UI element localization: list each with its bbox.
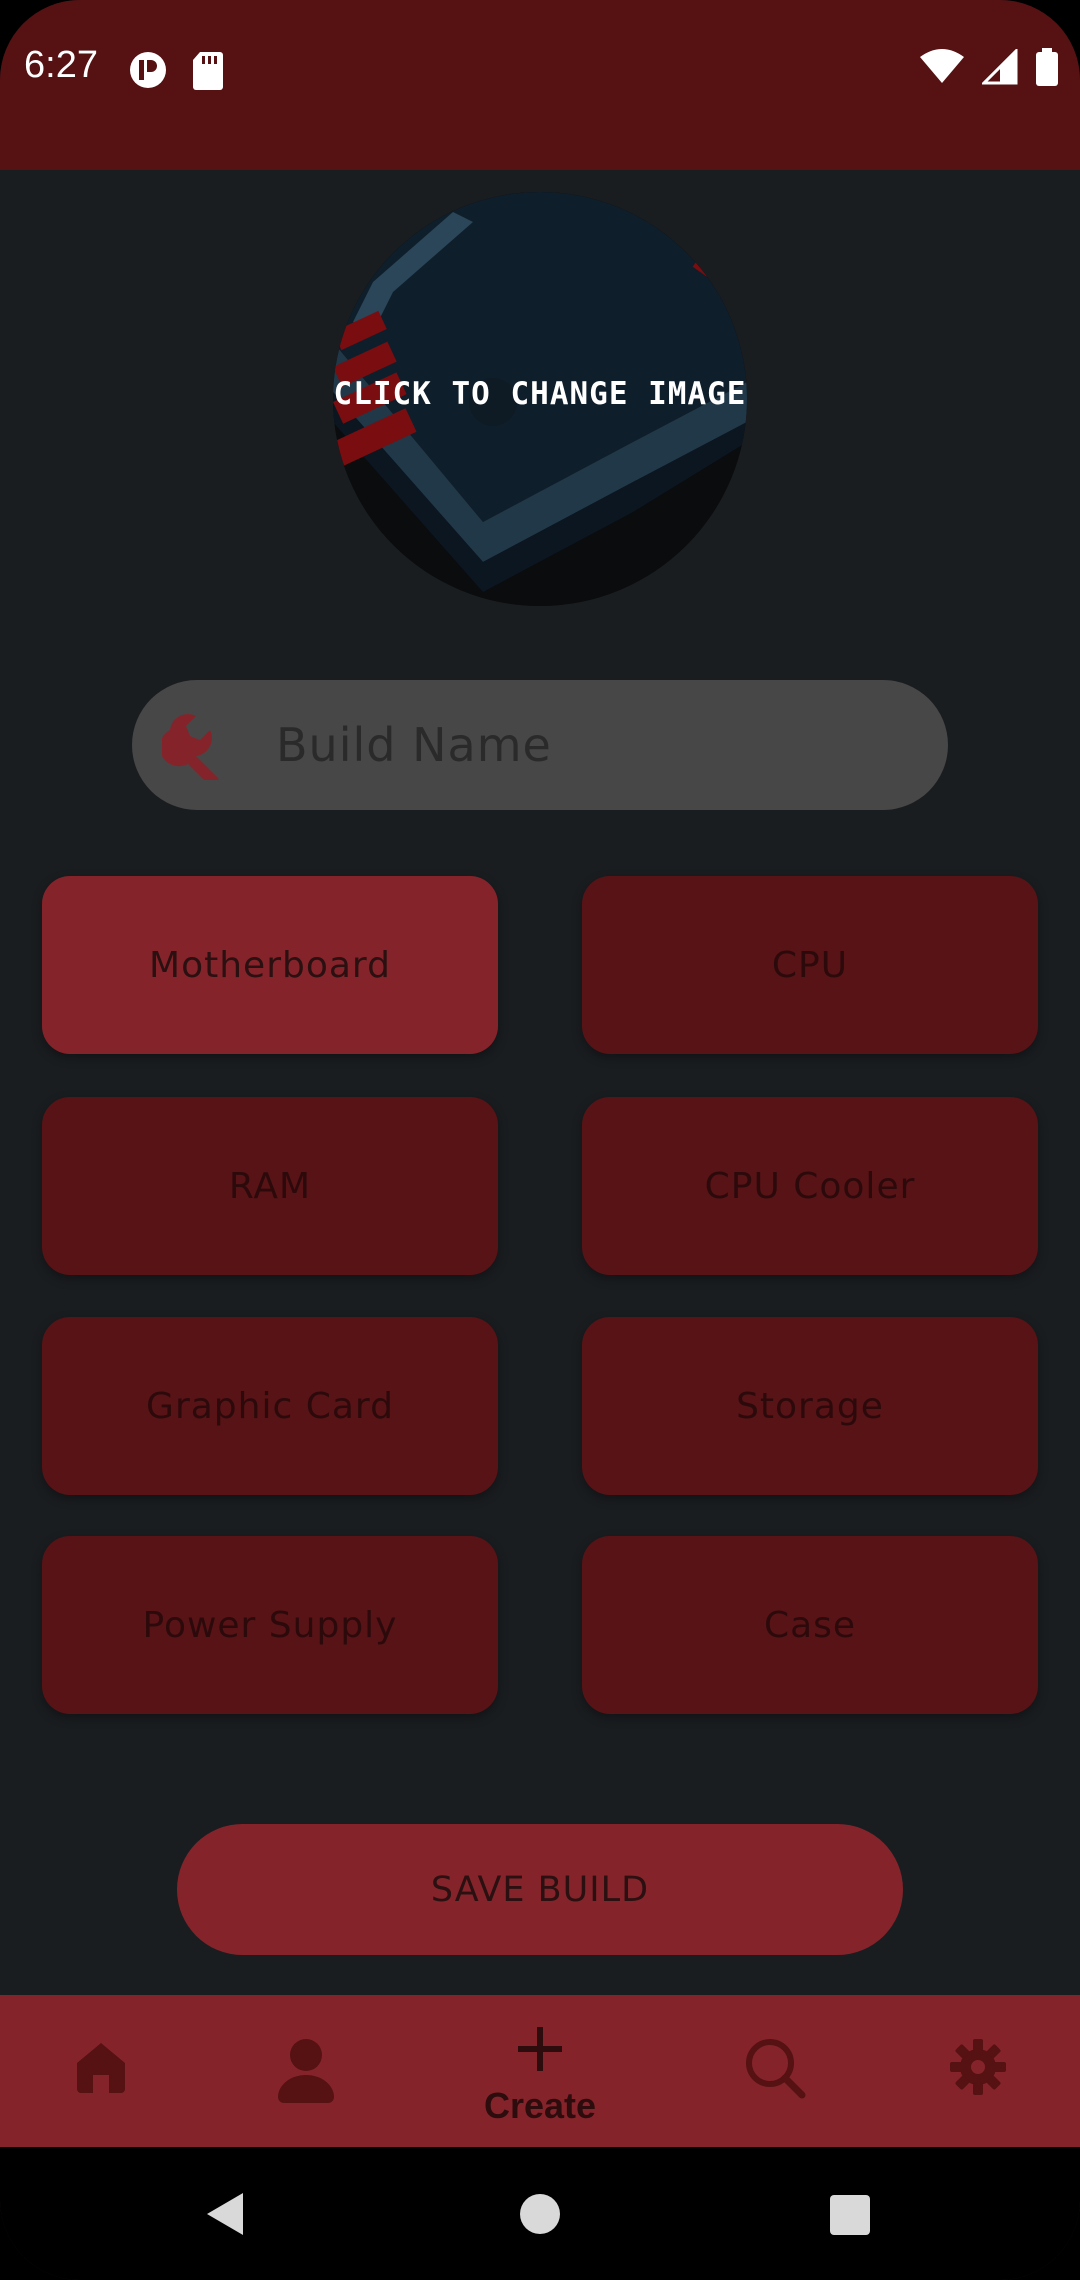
nav-settings[interactable]	[918, 1995, 1038, 2147]
component-button-cpu-cooler[interactable]: CPU Cooler	[582, 1097, 1038, 1275]
plus-icon	[516, 2025, 564, 2077]
component-button-case[interactable]: Case	[582, 1536, 1038, 1714]
bottom-navigation: Create	[0, 1995, 1080, 2147]
component-button-cpu[interactable]: CPU	[582, 876, 1038, 1054]
cell-signal-icon	[980, 47, 1018, 89]
build-name-input[interactable]	[276, 705, 896, 785]
notification-app-icon	[128, 50, 168, 94]
nav-search[interactable]	[714, 1995, 834, 2147]
save-build-button[interactable]: SAVE BUILD	[177, 1824, 903, 1955]
nav-create-label: Create	[483, 2085, 597, 2126]
back-icon[interactable]	[205, 2191, 245, 2241]
wifi-icon	[920, 49, 964, 89]
component-button-ram[interactable]: RAM	[42, 1097, 498, 1275]
sd-card-icon	[192, 50, 224, 94]
change-image-button[interactable]: CLICK TO CHANGE IMAGE	[333, 192, 747, 606]
phone-screen: 6:27 CLICK TO CHANGE IMAGE Build Name Mo…	[0, 0, 1080, 2280]
component-button-storage[interactable]: Storage	[582, 1317, 1038, 1495]
search-icon	[744, 2037, 806, 2103]
home-icon	[73, 2039, 129, 2099]
gear-icon	[950, 2039, 1006, 2099]
change-image-caption: CLICK TO CHANGE IMAGE	[333, 376, 747, 412]
profile-icon	[276, 2037, 336, 2107]
nav-home[interactable]	[40, 1995, 160, 2147]
battery-icon	[1036, 48, 1058, 90]
home-circle-icon[interactable]	[519, 2193, 561, 2239]
component-button-graphic-card[interactable]: Graphic Card	[42, 1317, 498, 1495]
app-header: 6:27	[0, 0, 1080, 170]
status-time: 6:27	[24, 44, 98, 86]
wrench-icon	[159, 710, 232, 787]
system-navigation-bar	[0, 2147, 1080, 2280]
nav-profile[interactable]	[246, 1995, 366, 2147]
recents-icon[interactable]	[829, 2194, 871, 2240]
build-name-field[interactable]	[132, 680, 948, 810]
nav-create[interactable]: Create	[440, 1995, 640, 2147]
component-button-power-supply[interactable]: Power Supply	[42, 1536, 498, 1714]
component-button-motherboard[interactable]: Motherboard	[42, 876, 498, 1054]
